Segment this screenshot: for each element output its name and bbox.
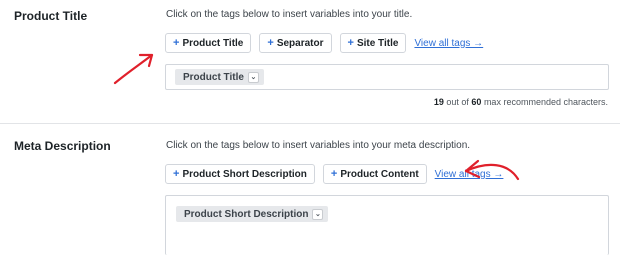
editor-tag-label: Product Title bbox=[183, 71, 244, 83]
character-count: 19 bbox=[433, 97, 444, 107]
counter-text: out of bbox=[443, 97, 472, 107]
tag-button-site-title[interactable]: + Site Title bbox=[339, 33, 407, 53]
tag-button-label: Product Title bbox=[182, 37, 244, 49]
product-title-label: Product Title bbox=[14, 9, 88, 23]
plus-icon: + bbox=[173, 167, 180, 180]
meta-description-editor[interactable]: Product Short Description ⌄ bbox=[165, 195, 609, 255]
editor-tag-product-title[interactable]: Product Title ⌄ bbox=[175, 69, 264, 85]
view-all-tags-link[interactable]: View all tags → bbox=[414, 38, 483, 49]
tag-button-label: Separator bbox=[276, 37, 324, 49]
tag-button-product-content[interactable]: + Product Content bbox=[322, 164, 427, 184]
chevron-down-icon[interactable]: ⌄ bbox=[247, 71, 259, 83]
product-title-editor[interactable]: Product Title ⌄ bbox=[165, 64, 609, 90]
annotation-arrow-icon bbox=[464, 159, 520, 181]
section-divider bbox=[0, 123, 620, 124]
plus-icon: + bbox=[347, 36, 354, 49]
plus-icon: + bbox=[267, 36, 274, 49]
tag-button-product-title[interactable]: + Product Title bbox=[165, 33, 252, 53]
tag-button-label: Product Short Description bbox=[182, 168, 307, 180]
meta-description-help-text: Click on the tags below to insert variab… bbox=[166, 140, 471, 151]
product-title-help-text: Click on the tags below to insert variab… bbox=[166, 9, 413, 20]
character-counter: 19 out of 60 max recommended characters. bbox=[434, 97, 608, 107]
tag-button-label: Site Title bbox=[356, 37, 399, 49]
annotation-arrow-icon bbox=[113, 53, 154, 85]
meta-description-label: Meta Description bbox=[14, 139, 111, 153]
chevron-down-icon[interactable]: ⌄ bbox=[312, 208, 324, 220]
tag-button-label: Product Content bbox=[340, 168, 419, 180]
editor-tag-label: Product Short Description bbox=[184, 208, 309, 220]
meta-description-tag-row: + Product Short Description + Product Co… bbox=[165, 164, 503, 184]
tag-button-separator[interactable]: + Separator bbox=[259, 33, 332, 53]
plus-icon: + bbox=[330, 167, 338, 180]
counter-suffix: max recommended characters. bbox=[481, 97, 608, 107]
character-max: 60 bbox=[471, 97, 482, 107]
tag-button-product-short-description[interactable]: + Product Short Description bbox=[165, 164, 315, 184]
editor-tag-product-short-description[interactable]: Product Short Description ⌄ bbox=[176, 206, 329, 222]
plus-icon: + bbox=[173, 36, 180, 49]
product-title-tag-row: + Product Title + Separator + Site Title… bbox=[165, 33, 483, 53]
